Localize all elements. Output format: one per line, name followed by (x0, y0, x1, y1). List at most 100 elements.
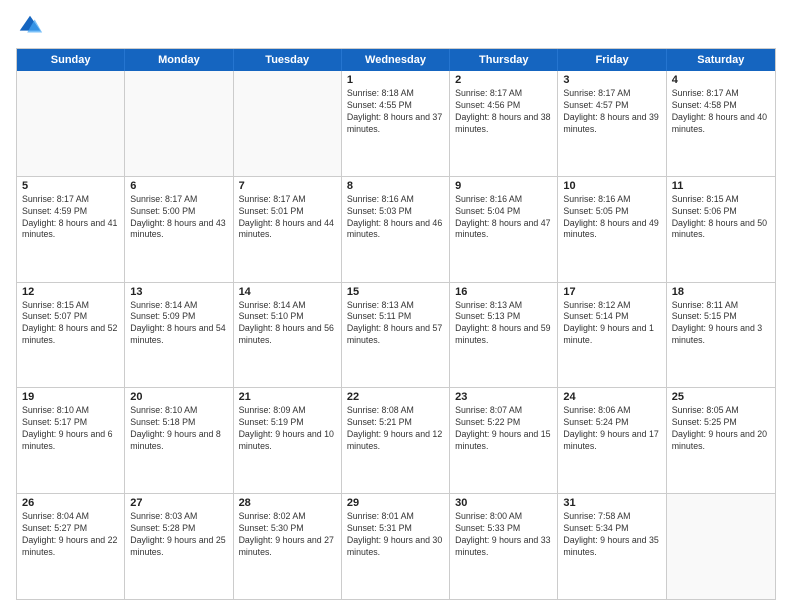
day-cell-12: 12Sunrise: 8:15 AM Sunset: 5:07 PM Dayli… (17, 283, 125, 388)
day-number: 2 (455, 74, 552, 86)
calendar-row-1: 1Sunrise: 8:18 AM Sunset: 4:55 PM Daylig… (17, 71, 775, 176)
day-info: Sunrise: 8:07 AM Sunset: 5:22 PM Dayligh… (455, 405, 552, 453)
day-cell-27: 27 Sunrise: 8:03 AM Sunset: 5:28 PM Dayli… (125, 494, 233, 599)
day-info: Sunrise: 8:06 AM Sunset: 5:24 PM Dayligh… (563, 405, 660, 453)
day-info: Sunrise: 8:17 AM Sunset: 4:56 PM Dayligh… (455, 88, 552, 136)
day-cell-4: 4 Sunrise: 8:17 AM Sunset: 4:58 PM Daylig… (667, 71, 775, 176)
day-cell-30: 30 Sunrise: 8:00 AM Sunset: 5:33 PM Dayli… (450, 494, 558, 599)
day-info: Sunrise: 8:12 AM Sunset: 5:14 PM Dayligh… (563, 300, 660, 348)
header-day-thursday: Thursday (450, 49, 558, 71)
day-info: Sunrise: 8:17 AM Sunset: 4:57 PM Dayligh… (563, 88, 660, 136)
day-cell-11: 11 Sunrise: 8:15 AM Sunset: 5:06 PM Dayli… (667, 177, 775, 282)
day-number: 9 (455, 180, 552, 192)
day-cell-29: 29Sunrise: 8:01 AM Sunset: 5:31 PM Dayli… (342, 494, 450, 599)
day-cell-15: 15Sunrise: 8:13 AM Sunset: 5:11 PM Dayli… (342, 283, 450, 388)
calendar-row-3: 12Sunrise: 8:15 AM Sunset: 5:07 PM Dayli… (17, 282, 775, 388)
header-day-monday: Monday (125, 49, 233, 71)
day-number: 24 (563, 391, 660, 403)
day-info: Sunrise: 8:15 AM Sunset: 5:06 PM Dayligh… (672, 194, 770, 242)
day-number: 3 (563, 74, 660, 86)
day-info: Sunrise: 8:13 AM Sunset: 5:13 PM Dayligh… (455, 300, 552, 348)
logo (16, 12, 48, 40)
header (16, 12, 776, 40)
day-number: 23 (455, 391, 552, 403)
empty-cell (125, 71, 233, 176)
day-cell-6: 6 Sunrise: 8:17 AM Sunset: 5:00 PM Daylig… (125, 177, 233, 282)
day-cell-21: 21 Sunrise: 8:09 AM Sunset: 5:19 PM Dayli… (234, 388, 342, 493)
day-number: 4 (672, 74, 770, 86)
page: SundayMondayTuesdayWednesdayThursdayFrid… (0, 0, 792, 612)
day-cell-18: 18 Sunrise: 8:11 AM Sunset: 5:15 PM Dayli… (667, 283, 775, 388)
day-cell-22: 22 Sunrise: 8:08 AM Sunset: 5:21 PM Dayli… (342, 388, 450, 493)
day-info: Sunrise: 7:58 AM Sunset: 5:34 PM Dayligh… (563, 511, 660, 559)
day-number: 18 (672, 286, 770, 298)
day-info: Sunrise: 8:16 AM Sunset: 5:05 PM Dayligh… (563, 194, 660, 242)
day-number: 1 (347, 74, 444, 86)
day-info: Sunrise: 8:17 AM Sunset: 4:58 PM Dayligh… (672, 88, 770, 136)
header-day-sunday: Sunday (17, 49, 125, 71)
day-number: 15 (347, 286, 444, 298)
day-cell-16: 16Sunrise: 8:13 AM Sunset: 5:13 PM Dayli… (450, 283, 558, 388)
day-info: Sunrise: 8:01 AM Sunset: 5:31 PM Dayligh… (347, 511, 444, 559)
calendar-row-4: 19 Sunrise: 8:10 AM Sunset: 5:17 PM Dayli… (17, 387, 775, 493)
empty-cell (234, 71, 342, 176)
header-day-saturday: Saturday (667, 49, 775, 71)
day-cell-13: 13Sunrise: 8:14 AM Sunset: 5:09 PM Dayli… (125, 283, 233, 388)
day-info: Sunrise: 8:00 AM Sunset: 5:33 PM Dayligh… (455, 511, 552, 559)
day-number: 21 (239, 391, 336, 403)
day-number: 20 (130, 391, 227, 403)
day-cell-5: 5Sunrise: 8:17 AM Sunset: 4:59 PM Daylig… (17, 177, 125, 282)
day-number: 14 (239, 286, 336, 298)
empty-cell (667, 494, 775, 599)
day-number: 27 (130, 497, 227, 509)
day-number: 19 (22, 391, 119, 403)
day-info: Sunrise: 8:16 AM Sunset: 5:04 PM Dayligh… (455, 194, 552, 242)
day-number: 26 (22, 497, 119, 509)
logo-icon (16, 12, 44, 40)
day-number: 6 (130, 180, 227, 192)
day-cell-7: 7 Sunrise: 8:17 AM Sunset: 5:01 PM Daylig… (234, 177, 342, 282)
day-info: Sunrise: 8:03 AM Sunset: 5:28 PM Dayligh… (130, 511, 227, 559)
calendar-row-5: 26 Sunrise: 8:04 AM Sunset: 5:27 PM Dayli… (17, 493, 775, 599)
day-number: 7 (239, 180, 336, 192)
day-info: Sunrise: 8:02 AM Sunset: 5:30 PM Dayligh… (239, 511, 336, 559)
day-number: 11 (672, 180, 770, 192)
day-cell-19: 19 Sunrise: 8:10 AM Sunset: 5:17 PM Dayli… (17, 388, 125, 493)
calendar-row-2: 5Sunrise: 8:17 AM Sunset: 4:59 PM Daylig… (17, 176, 775, 282)
day-info: Sunrise: 8:11 AM Sunset: 5:15 PM Dayligh… (672, 300, 770, 348)
calendar-body: 1Sunrise: 8:18 AM Sunset: 4:55 PM Daylig… (17, 71, 775, 599)
day-cell-14: 14 Sunrise: 8:14 AM Sunset: 5:10 PM Dayli… (234, 283, 342, 388)
day-info: Sunrise: 8:09 AM Sunset: 5:19 PM Dayligh… (239, 405, 336, 453)
header-day-tuesday: Tuesday (234, 49, 342, 71)
day-info: Sunrise: 8:10 AM Sunset: 5:18 PM Dayligh… (130, 405, 227, 453)
day-cell-2: 2 Sunrise: 8:17 AM Sunset: 4:56 PM Daylig… (450, 71, 558, 176)
day-number: 22 (347, 391, 444, 403)
calendar-header: SundayMondayTuesdayWednesdayThursdayFrid… (17, 49, 775, 71)
day-info: Sunrise: 8:17 AM Sunset: 5:01 PM Dayligh… (239, 194, 336, 242)
day-info: Sunrise: 8:17 AM Sunset: 4:59 PM Dayligh… (22, 194, 119, 242)
day-number: 17 (563, 286, 660, 298)
day-info: Sunrise: 8:14 AM Sunset: 5:10 PM Dayligh… (239, 300, 336, 348)
empty-cell (17, 71, 125, 176)
day-cell-9: 9 Sunrise: 8:16 AM Sunset: 5:04 PM Daylig… (450, 177, 558, 282)
day-number: 31 (563, 497, 660, 509)
day-info: Sunrise: 8:04 AM Sunset: 5:27 PM Dayligh… (22, 511, 119, 559)
day-cell-31: 31 Sunrise: 7:58 AM Sunset: 5:34 PM Dayli… (558, 494, 666, 599)
day-info: Sunrise: 8:14 AM Sunset: 5:09 PM Dayligh… (130, 300, 227, 348)
day-cell-28: 28 Sunrise: 8:02 AM Sunset: 5:30 PM Dayli… (234, 494, 342, 599)
day-info: Sunrise: 8:15 AM Sunset: 5:07 PM Dayligh… (22, 300, 119, 348)
day-number: 30 (455, 497, 552, 509)
day-cell-17: 17 Sunrise: 8:12 AM Sunset: 5:14 PM Dayli… (558, 283, 666, 388)
header-day-wednesday: Wednesday (342, 49, 450, 71)
day-number: 10 (563, 180, 660, 192)
day-cell-3: 3 Sunrise: 8:17 AM Sunset: 4:57 PM Daylig… (558, 71, 666, 176)
day-info: Sunrise: 8:10 AM Sunset: 5:17 PM Dayligh… (22, 405, 119, 453)
day-cell-23: 23 Sunrise: 8:07 AM Sunset: 5:22 PM Dayli… (450, 388, 558, 493)
header-day-friday: Friday (558, 49, 666, 71)
day-info: Sunrise: 8:08 AM Sunset: 5:21 PM Dayligh… (347, 405, 444, 453)
day-info: Sunrise: 8:17 AM Sunset: 5:00 PM Dayligh… (130, 194, 227, 242)
calendar: SundayMondayTuesdayWednesdayThursdayFrid… (16, 48, 776, 600)
day-number: 25 (672, 391, 770, 403)
day-number: 28 (239, 497, 336, 509)
day-cell-25: 25Sunrise: 8:05 AM Sunset: 5:25 PM Dayli… (667, 388, 775, 493)
